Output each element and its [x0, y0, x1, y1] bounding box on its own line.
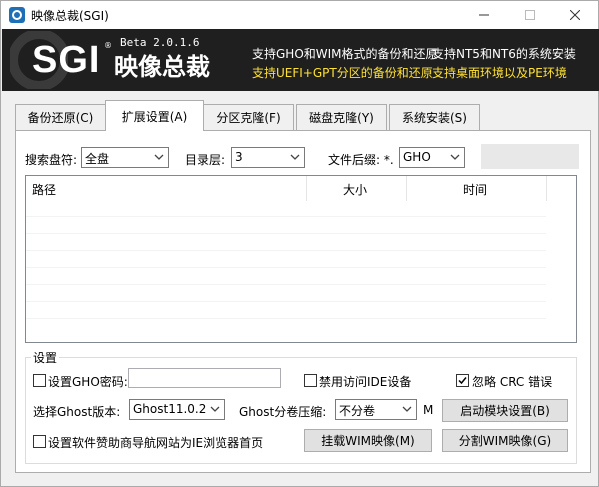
- app-icon: [9, 7, 25, 23]
- gho-password-input[interactable]: [128, 368, 281, 388]
- registered-mark: ®: [104, 41, 112, 50]
- gho-password-checkbox[interactable]: [33, 374, 46, 387]
- list-row: [26, 303, 546, 319]
- ignore-crc-checkbox[interactable]: [456, 374, 469, 387]
- banner: SGI ® Beta 2.0.1.6 映像总裁 支持GHO和WIM格式的备份和还…: [2, 29, 599, 91]
- column-time[interactable]: 时间: [407, 176, 547, 201]
- tab-extended-settings[interactable]: 扩展设置(A): [105, 100, 204, 131]
- chevron-down-icon: [290, 154, 300, 160]
- list-row: [26, 235, 546, 251]
- column-size[interactable]: 大小: [307, 176, 407, 201]
- feature-text: 支持GHO和WIM格式的备份和还原: [252, 47, 438, 61]
- title-bar: 映像总裁(SGI): [1, 1, 598, 29]
- feature-text: 支持NT5和NT6的系统安装: [432, 47, 576, 61]
- homepage-checkbox[interactable]: [33, 435, 46, 448]
- ghost-version-label: 选择Ghost版本:: [33, 405, 121, 419]
- depth-label: 目录层:: [185, 153, 226, 167]
- disable-ide-checkbox[interactable]: [304, 374, 317, 387]
- chevron-down-icon: [154, 154, 164, 160]
- tab-system-install[interactable]: 系统安装(S): [389, 104, 480, 130]
- boot-module-button[interactable]: 启动模块设置(B): [442, 399, 568, 422]
- file-list[interactable]: 路径 大小 时间: [25, 175, 577, 343]
- window-title: 映像总裁(SGI): [31, 9, 109, 23]
- column-path[interactable]: 路径: [26, 176, 307, 201]
- extension-label: 文件后缀: *.: [328, 153, 394, 167]
- compress-select[interactable]: 不分卷: [335, 399, 417, 420]
- mount-wim-button[interactable]: 挂载WIM映像(M): [304, 429, 432, 452]
- ghost-version-select[interactable]: Ghost11.0.2: [129, 399, 225, 420]
- list-row: [26, 269, 546, 285]
- feature-text: 支持桌面环境以及PE环境: [432, 66, 567, 80]
- minimize-button[interactable]: [461, 1, 507, 29]
- close-icon: [570, 10, 580, 20]
- settings-title: 设置: [31, 349, 60, 366]
- list-row: [26, 201, 546, 217]
- disable-ide-label: 禁用访问IDE设备: [319, 375, 412, 389]
- maximize-icon: [525, 10, 535, 20]
- minimize-icon: [479, 14, 489, 16]
- list-row: [26, 252, 546, 268]
- logo-chinese: 映像总裁: [114, 53, 210, 81]
- list-header: 路径 大小 时间: [26, 176, 576, 201]
- status-area: [481, 144, 579, 169]
- depth-select[interactable]: 3: [231, 147, 305, 168]
- list-row: [26, 286, 546, 302]
- chevron-down-icon: [210, 406, 220, 412]
- compress-unit: M: [423, 403, 434, 417]
- gho-password-label: 设置GHO密码:: [48, 375, 128, 389]
- split-wim-button[interactable]: 分割WIM映像(G): [442, 429, 568, 452]
- list-row: [26, 218, 546, 234]
- compress-label: Ghost分卷压缩:: [239, 405, 327, 419]
- tab-disk-clone[interactable]: 磁盘克隆(Y): [296, 104, 387, 130]
- extension-select[interactable]: GHO: [399, 147, 465, 168]
- feature-text: 支持UEFI+GPT分区的备份和还原: [252, 66, 433, 80]
- close-button[interactable]: [552, 1, 598, 29]
- checkmark-icon: [458, 377, 467, 385]
- chevron-down-icon: [450, 154, 460, 160]
- homepage-label: 设置软件赞助商导航网站为IE浏览器首页: [48, 436, 264, 450]
- chevron-down-icon: [402, 406, 412, 412]
- logo-text: SGI: [32, 39, 101, 81]
- tab-partition-clone[interactable]: 分区克隆(F): [203, 104, 294, 130]
- drive-label: 搜索盘符:: [25, 153, 78, 167]
- tab-backup-restore[interactable]: 备份还原(C): [15, 104, 106, 130]
- drive-select[interactable]: 全盘: [81, 147, 169, 168]
- ignore-crc-label: 忽略 CRC 错误: [472, 375, 553, 389]
- maximize-button[interactable]: [507, 1, 553, 29]
- app-window: 映像总裁(SGI) SGI ® Beta 2.0.1.6 映像总裁 支持GHO和…: [0, 0, 599, 487]
